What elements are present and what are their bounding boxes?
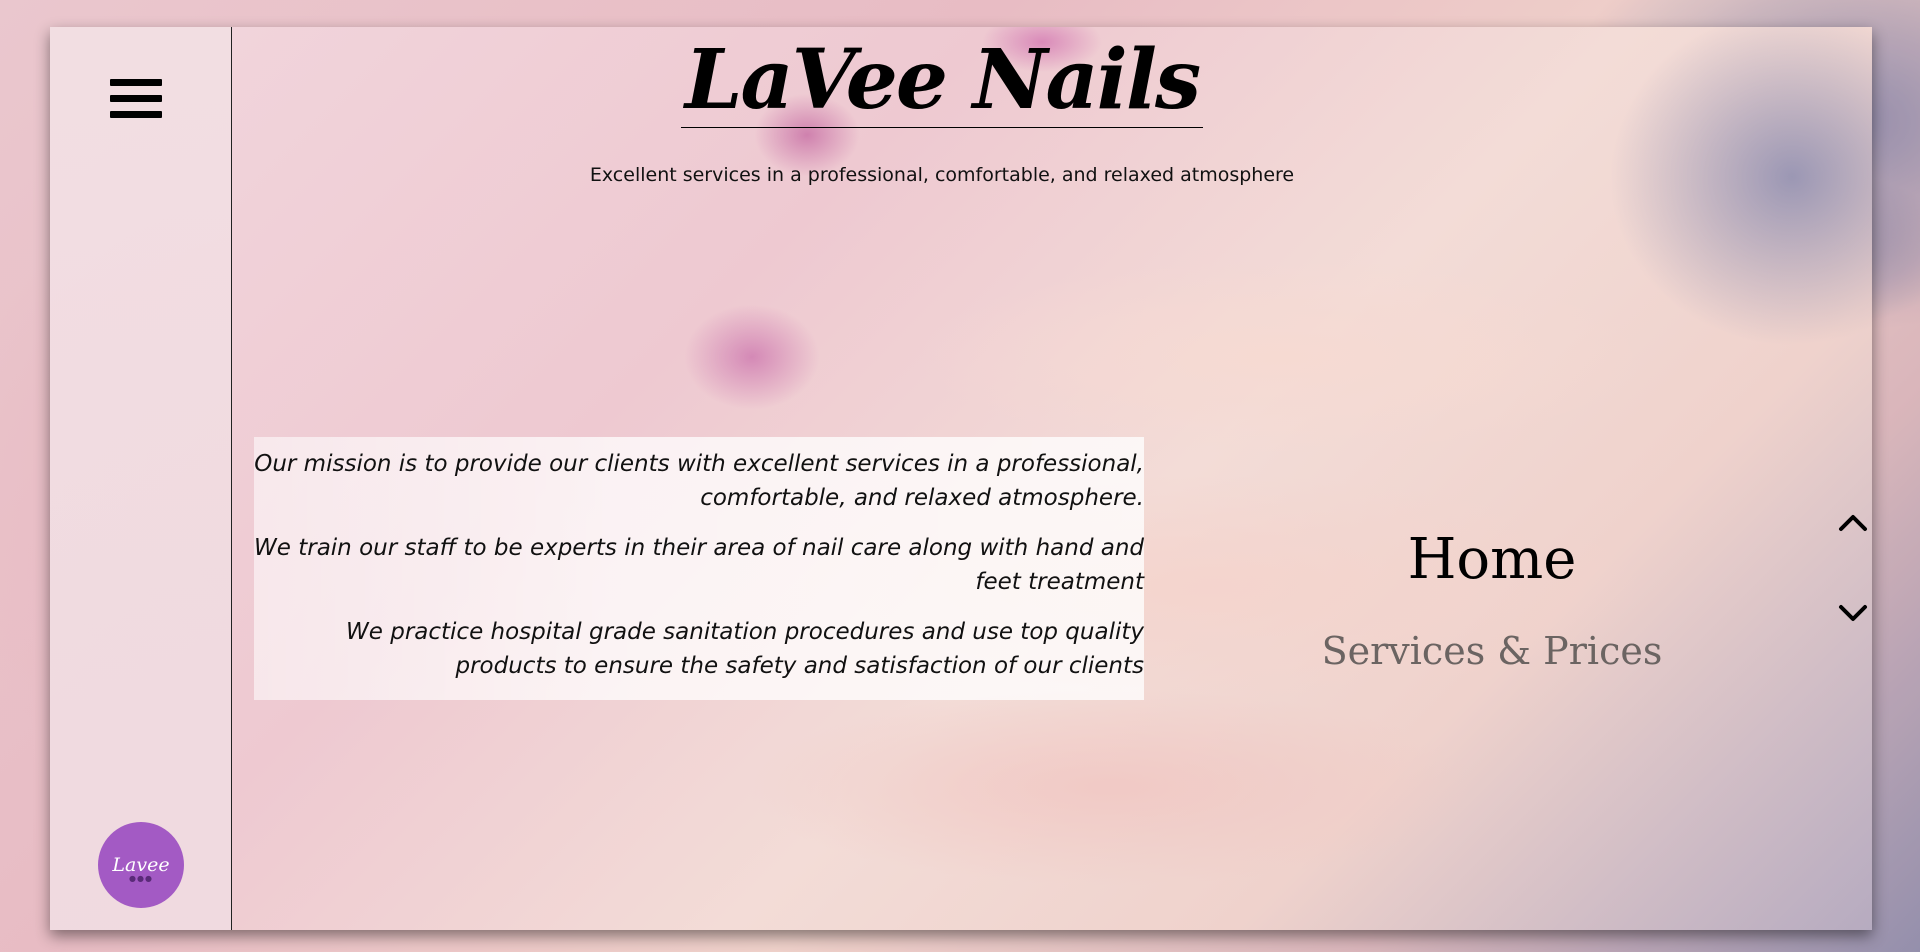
sidebar: Lavee ●●● [50, 27, 232, 930]
brand-tagline: Excellent services in a professional, co… [589, 164, 1295, 186]
mission-paragraph: We practice hospital grade sanitation pr… [346, 619, 1144, 679]
main-card: Lavee ●●● LaVee Nails Excellent services… [50, 27, 1872, 930]
mission-paragraph: Our mission is to provide our clients wi… [254, 451, 1144, 511]
nav-link-services-prices[interactable]: Services & Prices [1292, 632, 1692, 670]
brand-title: LaVee Nails [680, 35, 1204, 129]
mission-statement: Our mission is to provide our clients wi… [254, 437, 1144, 700]
brand-logo-text: Lavee [112, 854, 170, 876]
section-nav: Home Services & Prices [1292, 532, 1692, 671]
logo-dots-icon: ●●● [129, 874, 153, 883]
brand-title-wrap: LaVee Nails [122, 35, 1762, 129]
chevron-down-icon[interactable] [1838, 603, 1868, 625]
chevron-up-icon[interactable] [1838, 511, 1868, 533]
nav-link-home[interactable]: Home [1292, 532, 1692, 588]
brand-logo-badge[interactable]: Lavee ●●● [98, 822, 184, 908]
hero-section: LaVee Nails Excellent services in a prof… [232, 27, 1872, 930]
mission-paragraph: We train our staff to be experts in thei… [254, 535, 1144, 595]
